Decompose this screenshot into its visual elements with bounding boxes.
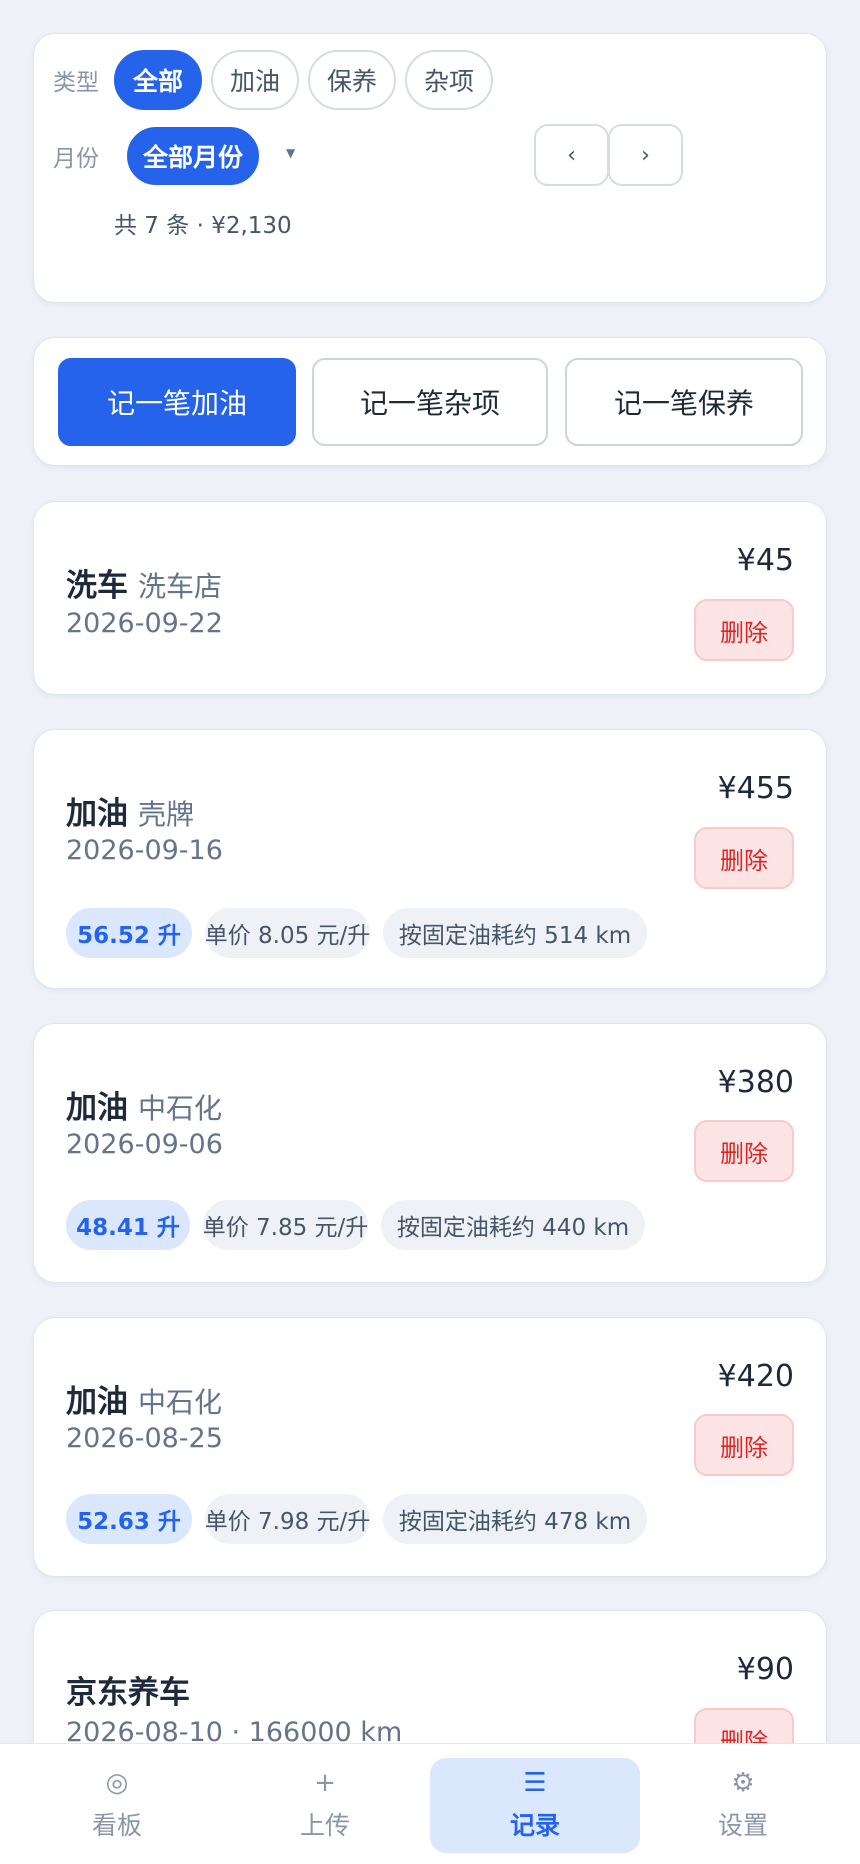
record-date: 2026-09-16: [66, 835, 223, 866]
plus-icon: +: [314, 1768, 336, 1798]
type-option-fuel[interactable]: 加油: [211, 50, 299, 110]
bottom-nav: ◎ 看板 + 上传 ☰ 记录 ⚙ 设置: [0, 1743, 860, 1864]
list-icon: ☰: [523, 1768, 547, 1798]
chevron-down-icon[interactable]: ▼: [286, 146, 295, 160]
prev-month-button[interactable]: ‹: [534, 124, 609, 186]
record-amount: ¥90: [736, 1652, 794, 1687]
record-date: 2026-09-06: [66, 1129, 223, 1160]
type-option-maintenance[interactable]: 保养: [308, 50, 396, 110]
add-misc-button[interactable]: 记一笔杂项: [312, 358, 548, 446]
record-amount: ¥45: [736, 543, 794, 578]
record-title: 加油 壳牌: [66, 796, 195, 832]
gear-icon: ⚙: [731, 1768, 755, 1798]
volume-chip: 48.41 升: [66, 1200, 190, 1250]
tab-settings[interactable]: ⚙ 设置: [638, 1758, 848, 1853]
record-vendor: 壳牌: [138, 798, 195, 831]
record-vendor: 中石化: [138, 1092, 223, 1125]
action-card: 记一笔加油 记一笔杂项 记一笔保养: [33, 337, 827, 466]
record-title: 洗车 洗车店: [66, 568, 223, 604]
next-month-button[interactable]: ›: [608, 124, 683, 186]
record-amount: ¥420: [717, 1359, 794, 1394]
tab-label: 记录: [509, 1811, 560, 1840]
unit-price-chip: 单价 8.05 元/升: [205, 908, 370, 958]
add-maintenance-button[interactable]: 记一笔保养: [565, 358, 803, 446]
record-vendor: 中石化: [138, 1386, 223, 1419]
add-fuel-button[interactable]: 记一笔加油: [58, 358, 296, 446]
filter-card: 类型 全部 加油 保养 杂项 月份 全部月份 ▼ ‹ › 共 7 条 · ¥2,…: [33, 33, 827, 303]
type-option-all[interactable]: 全部: [114, 50, 202, 110]
tab-label: 设置: [717, 1811, 768, 1840]
unit-price-chip: 单价 7.85 元/升: [203, 1200, 368, 1250]
type-option-misc[interactable]: 杂项: [405, 50, 493, 110]
record-card: 加油 中石化 2026-09-06 ¥380 删除 48.41 升 单价 7.85…: [33, 1023, 827, 1283]
range-estimate-chip: 按固定油耗约 478 km: [383, 1494, 647, 1544]
delete-button[interactable]: 删除: [694, 1120, 794, 1182]
tab-label: 看板: [91, 1811, 142, 1840]
volume-chip: 52.63 升: [66, 1494, 192, 1544]
tab-label: 上传: [299, 1811, 350, 1840]
month-label: 月份: [53, 146, 99, 172]
record-amount: ¥455: [717, 771, 794, 806]
record-vendor: 洗车店: [138, 570, 223, 603]
record-title: 京东养车: [66, 1675, 190, 1711]
tab-records[interactable]: ☰ 记录: [430, 1758, 640, 1853]
delete-button[interactable]: 删除: [694, 827, 794, 889]
unit-price-chip: 单价 7.98 元/升: [205, 1494, 370, 1544]
type-label: 类型: [53, 70, 99, 96]
record-title: 加油 中石化: [66, 1090, 223, 1126]
dashboard-icon: ◎: [105, 1768, 129, 1798]
record-amount: ¥380: [717, 1065, 794, 1100]
record-date: 2026-09-22: [66, 608, 223, 639]
record-card: 加油 中石化 2026-08-25 ¥420 删除 52.63 升 单价 7.98…: [33, 1317, 827, 1577]
month-select[interactable]: 全部月份: [127, 127, 259, 185]
volume-chip: 56.52 升: [66, 908, 192, 958]
records-summary: 共 7 条 · ¥2,130: [114, 213, 292, 239]
tab-upload[interactable]: + 上传: [220, 1758, 430, 1853]
range-estimate-chip: 按固定油耗约 514 km: [383, 908, 647, 958]
record-card: 加油 壳牌 2026-09-16 ¥455 删除 56.52 升 单价 8.05 …: [33, 729, 827, 989]
range-estimate-chip: 按固定油耗约 440 km: [381, 1200, 645, 1250]
record-title: 加油 中石化: [66, 1384, 223, 1420]
delete-button[interactable]: 删除: [694, 599, 794, 661]
tab-dashboard[interactable]: ◎ 看板: [12, 1758, 222, 1853]
record-card: 洗车 洗车店 2026-09-22 ¥45 删除: [33, 501, 827, 695]
record-date: 2026-08-25: [66, 1423, 223, 1454]
delete-button[interactable]: 删除: [694, 1414, 794, 1476]
